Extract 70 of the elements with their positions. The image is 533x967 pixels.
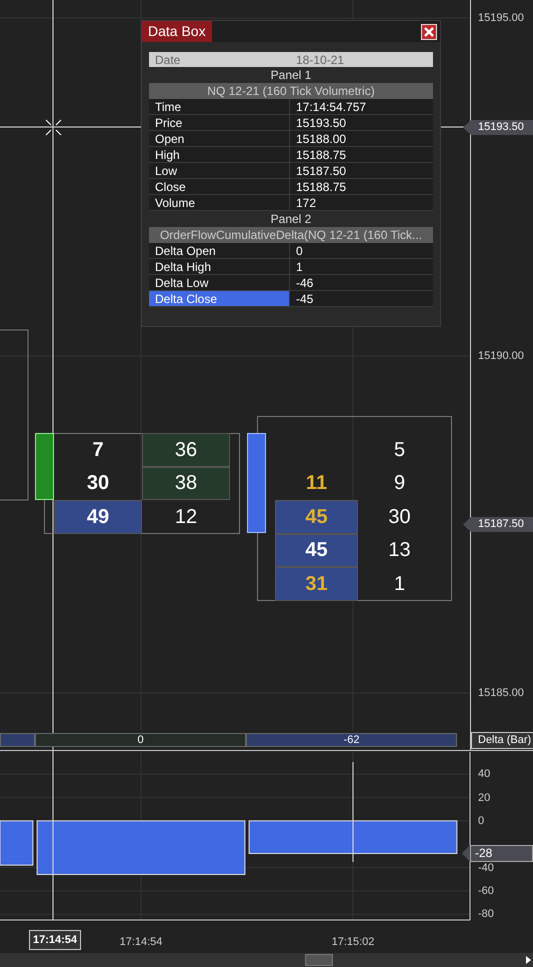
row-label: Close bbox=[149, 179, 290, 194]
bid-volume: 49 bbox=[86, 506, 110, 528]
bid-volume: 45 bbox=[305, 506, 328, 528]
row-value: 172 bbox=[295, 195, 316, 210]
bid-volume: 30 bbox=[86, 472, 110, 494]
axis-label: 20 bbox=[478, 792, 490, 804]
row-value: 0 bbox=[295, 243, 303, 258]
axis-label: -80 bbox=[478, 908, 494, 920]
row-label: Delta Low bbox=[149, 275, 290, 290]
scrollbar-thumb[interactable] bbox=[305, 954, 333, 966]
row-value: 18-10-21 bbox=[295, 52, 344, 68]
axis-label: 40 bbox=[478, 768, 490, 780]
row-label: Date bbox=[154, 52, 182, 68]
section-header: Panel 2 bbox=[270, 211, 312, 227]
price-label: 15185.00 bbox=[478, 687, 524, 699]
time-label: 17:15:02 bbox=[330, 935, 376, 950]
delta-strip-cell bbox=[0, 733, 35, 747]
pointer-icon bbox=[463, 120, 471, 135]
row-label: Low bbox=[149, 163, 290, 178]
row-value: -46 bbox=[295, 275, 314, 290]
row-value: 15188.00 bbox=[295, 131, 346, 146]
row-label: Price bbox=[149, 115, 290, 130]
row-value: 15188.75 bbox=[295, 179, 346, 194]
row-value: 17:14:54.757 bbox=[295, 99, 366, 114]
bid-volume: 45 bbox=[305, 539, 328, 562]
delta-bar bbox=[0, 820, 34, 866]
delta-strip-cell: -62 bbox=[246, 733, 457, 747]
bid-volume: 7 bbox=[92, 438, 104, 461]
close-icon bbox=[424, 26, 434, 36]
row-value: 15188.75 bbox=[295, 147, 346, 162]
row-label: Delta Open bbox=[149, 243, 290, 258]
time-label: 17:14:54 bbox=[118, 935, 164, 950]
axis-label: -60 bbox=[478, 884, 494, 897]
row-value: 1 bbox=[295, 259, 303, 274]
row-label: Delta Close bbox=[149, 291, 290, 306]
ask-volume: 1 bbox=[394, 572, 406, 595]
row-label: High bbox=[149, 147, 290, 162]
section-header: Panel 1 bbox=[270, 67, 312, 83]
ask-volume: 13 bbox=[388, 539, 411, 562]
crosshair-time-label: 17:14:54 bbox=[29, 930, 82, 950]
price-label: 15190.00 bbox=[478, 350, 524, 362]
source-header: OrderFlowCumulativeDelta(NQ 12-21 (160 Tick... bbox=[149, 227, 433, 243]
pointer-icon bbox=[462, 845, 470, 862]
ask-volume: 5 bbox=[394, 438, 406, 461]
bid-volume: 11 bbox=[306, 472, 328, 494]
ask-volume: 38 bbox=[174, 472, 198, 494]
row-value: -45 bbox=[295, 291, 314, 306]
pointer-icon bbox=[463, 517, 471, 532]
row-value: 15187.50 bbox=[295, 163, 346, 178]
bid-volume: 31 bbox=[305, 572, 328, 595]
source-header: NQ 12-21 (160 Tick Volumetric) bbox=[149, 83, 433, 99]
delta-strip-cell: 0 bbox=[35, 733, 246, 747]
ask-volume: 30 bbox=[388, 506, 411, 528]
row-label: Time bbox=[149, 99, 290, 114]
row-label: Volume bbox=[149, 195, 290, 210]
axis-label: -40 bbox=[478, 862, 494, 874]
price-label: 15195.00 bbox=[478, 12, 524, 24]
ask-volume: 12 bbox=[174, 506, 198, 528]
scrollbar[interactable] bbox=[0, 953, 533, 967]
row-label: Delta High bbox=[149, 259, 290, 274]
row-label: Open bbox=[149, 131, 290, 146]
crosshair-cursor-icon bbox=[45, 119, 62, 136]
ask-volume: 36 bbox=[174, 438, 198, 461]
panel-label: Delta (Bar) bbox=[471, 732, 533, 749]
close-button[interactable] bbox=[421, 24, 437, 40]
ask-volume: 9 bbox=[394, 472, 406, 494]
axis-label: 0 bbox=[478, 814, 484, 827]
scroll-right-icon[interactable] bbox=[524, 955, 532, 965]
row-value: 15193.50 bbox=[295, 115, 346, 130]
window-title: Data Box bbox=[142, 21, 212, 42]
